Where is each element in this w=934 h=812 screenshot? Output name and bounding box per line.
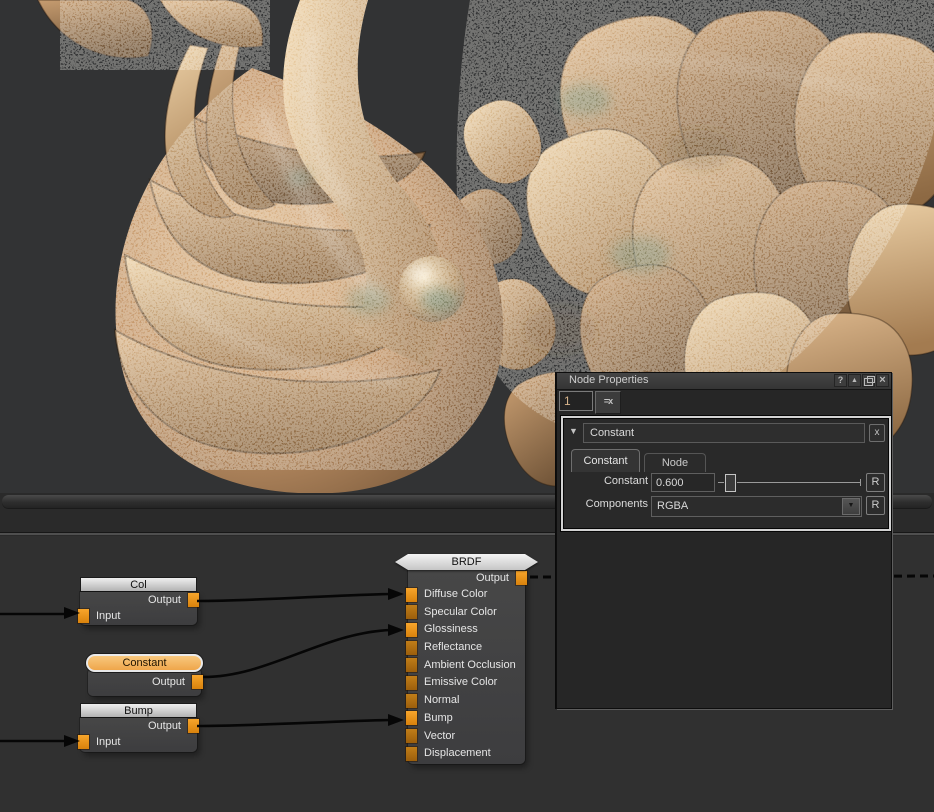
- brdf-input-bump: Bump: [408, 710, 525, 728]
- section-name-field[interactable]: Constant: [583, 423, 865, 443]
- section-collapse-icon[interactable]: ▼: [569, 426, 578, 436]
- bump-output-port[interactable]: [188, 719, 199, 733]
- constant-value-input[interactable]: [651, 473, 715, 492]
- chevron-down-icon[interactable]: ▼: [842, 498, 860, 515]
- selection-count-field[interactable]: [559, 391, 593, 411]
- help-icon[interactable]: ?: [834, 374, 847, 387]
- constant-label: Constant: [548, 475, 648, 487]
- bump-input-label: Input: [96, 736, 120, 748]
- node-constant[interactable]: Constant Output: [86, 654, 203, 696]
- wire-bump-to-bump: [197, 720, 390, 726]
- collapse-icon[interactable]: ▲: [848, 374, 861, 387]
- brdf-input-ambient-occlusion: Ambient Occlusion: [408, 657, 525, 675]
- node-bump-header[interactable]: Bump: [80, 703, 197, 718]
- components-label: Components: [548, 498, 648, 510]
- brdf-output-port[interactable]: [516, 571, 527, 585]
- tab-node[interactable]: Node: [644, 453, 706, 472]
- slider-lead: [718, 482, 724, 483]
- node-constant-header[interactable]: Constant: [86, 654, 203, 672]
- brdf-input-reflectance: Reflectance: [408, 639, 525, 657]
- node-col-header[interactable]: Col: [80, 577, 197, 592]
- bump-input-port[interactable]: [78, 735, 89, 749]
- brdf-port-normal[interactable]: [406, 694, 417, 708]
- section-close-button[interactable]: x: [869, 424, 885, 442]
- components-dropdown[interactable]: RGBA ▼: [651, 496, 862, 517]
- tab-constant[interactable]: Constant: [571, 449, 640, 472]
- brdf-input-vector: Vector: [408, 728, 525, 746]
- brdf-input-displacement: Displacement: [408, 745, 525, 763]
- brdf-port-reflectance[interactable]: [406, 641, 417, 655]
- pin-icon: =x: [604, 396, 612, 406]
- arrowhead-diffuse: [388, 588, 404, 600]
- constant-output-label: Output: [152, 676, 185, 688]
- constant-reset-button[interactable]: R: [866, 473, 885, 492]
- node-bump[interactable]: Bump Output Input: [80, 703, 197, 752]
- wire-col-to-diffuse: [197, 594, 390, 601]
- node-col[interactable]: Col Output Input: [80, 577, 197, 625]
- brdf-port-displacement[interactable]: [406, 747, 417, 761]
- brdf-output-label: Output: [476, 572, 509, 584]
- pin-selection-button[interactable]: =x: [595, 391, 621, 414]
- constant-slider-track[interactable]: [737, 482, 860, 483]
- application-window: Col Output Input Constant Output: [0, 0, 934, 812]
- constant-property-group: ▼ Constant x Constant Node Constant R Co…: [561, 416, 891, 531]
- close-icon[interactable]: ×: [876, 374, 889, 387]
- brdf-port-bump[interactable]: [406, 711, 417, 725]
- brdf-port-specular-color[interactable]: [406, 605, 417, 619]
- components-reset-button[interactable]: R: [866, 496, 885, 515]
- brdf-port-emissive-color[interactable]: [406, 676, 417, 690]
- bump-output-label: Output: [148, 720, 181, 732]
- brdf-input-normal: Normal: [408, 692, 525, 710]
- brdf-input-glossiness: Glossiness: [408, 621, 525, 639]
- panel-title: Node Properties: [569, 374, 649, 386]
- brdf-port-ambient-occlusion[interactable]: [406, 658, 417, 672]
- restore-window-icon[interactable]: [862, 374, 875, 387]
- arrowhead-glossiness: [388, 624, 404, 636]
- arrowhead-bump: [388, 714, 404, 726]
- col-input-port[interactable]: [78, 609, 89, 623]
- col-output-port[interactable]: [188, 593, 199, 607]
- components-value: RGBA: [657, 500, 688, 512]
- brdf-input-emissive-color: Emissive Color: [408, 674, 525, 692]
- brdf-input-diffuse-color: Diffuse Color: [408, 586, 525, 604]
- brdf-port-vector[interactable]: [406, 729, 417, 743]
- brdf-port-diffuse-color[interactable]: [406, 588, 417, 602]
- brdf-port-glossiness[interactable]: [406, 623, 417, 637]
- col-input-label: Input: [96, 610, 120, 622]
- wire-constant-to-glossiness: [203, 630, 390, 677]
- brdf-input-specular-color: Specular Color: [408, 604, 525, 622]
- constant-output-port[interactable]: [192, 675, 203, 689]
- constant-slider-handle[interactable]: [725, 474, 736, 492]
- col-output-label: Output: [148, 594, 181, 606]
- panel-titlebar[interactable]: Node Properties ? ▲ ×: [557, 373, 891, 390]
- node-properties-panel: Node Properties ? ▲ × =x ▼ Constant x Co…: [556, 372, 892, 709]
- node-brdf[interactable]: BRDF Output Diffuse Color Specular Color…: [408, 554, 525, 764]
- node-brdf-header[interactable]: BRDF: [395, 554, 538, 570]
- slider-end-tick: [860, 479, 861, 486]
